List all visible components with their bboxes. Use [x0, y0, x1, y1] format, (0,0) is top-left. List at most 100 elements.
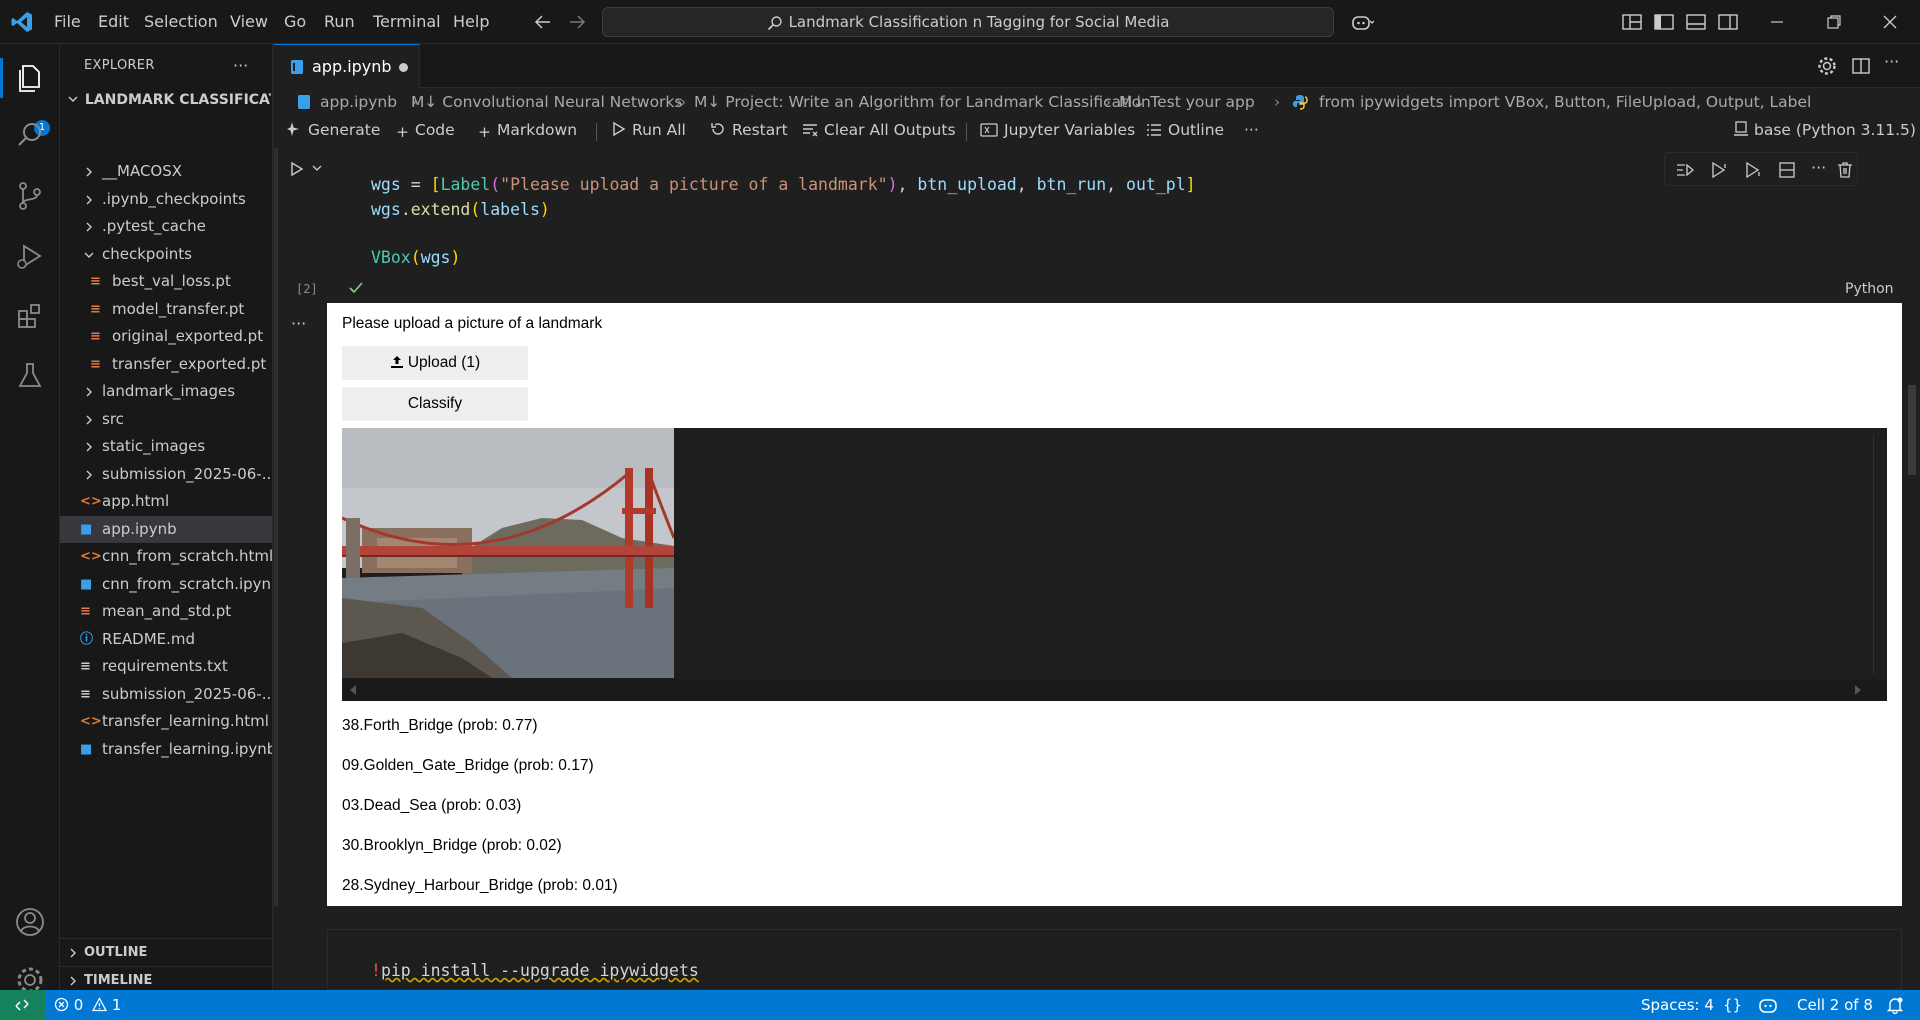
menu-selection[interactable]: Selection — [144, 0, 218, 44]
tree-item[interactable]: ≡ model_transfer.pt — [60, 296, 272, 323]
scroll-right-arrow-icon[interactable] — [1855, 685, 1861, 695]
code-line[interactable]: wgs = [Label("Please upload a picture of… — [371, 175, 1196, 194]
menu-run[interactable]: Run — [324, 0, 355, 44]
upload-button[interactable]: Upload (1) — [342, 346, 528, 380]
add-markdown-button[interactable]: + Markdown — [478, 121, 577, 141]
notebook-settings-gear-icon[interactable] — [1816, 55, 1838, 77]
unsaved-dot-icon[interactable] — [399, 63, 408, 72]
tree-item[interactable]: ■ transfer_learning.ipynb — [60, 736, 272, 763]
classify-button[interactable]: Classify — [342, 387, 528, 421]
generate-button[interactable]: Generate — [286, 121, 380, 139]
kernel-picker[interactable]: base (Python 3.11.5) — [1734, 121, 1916, 139]
menu-file[interactable]: File — [54, 0, 81, 44]
tree-item[interactable]: submission_2025-06-... — [60, 461, 272, 488]
restart-button[interactable]: Restart — [710, 121, 788, 139]
close-window-icon[interactable] — [1878, 10, 1902, 34]
run-all-button[interactable]: Run All — [612, 121, 686, 139]
cell-position-indicator[interactable]: Cell 2 of 8 — [1797, 996, 1873, 1014]
tree-item[interactable]: __MACOSX — [60, 158, 272, 185]
add-code-button[interactable]: + Code — [396, 121, 455, 141]
menu-help[interactable]: Help — [453, 0, 489, 44]
remote-indicator[interactable] — [0, 990, 45, 1020]
toggle-primary-sidebar-icon[interactable] — [1652, 10, 1676, 34]
tree-item[interactable]: ≡ best_val_loss.pt — [60, 268, 272, 295]
tree-item[interactable]: ≡ requirements.txt — [60, 653, 272, 680]
breadcrumb-section-3[interactable]: M↓ Test your app — [1119, 93, 1255, 111]
customize-layout-icon[interactable] — [1620, 10, 1644, 34]
workspace-folder-header[interactable]: LANDMARK CLASSIFICATI... — [66, 92, 271, 108]
tree-item[interactable]: checkpoints — [60, 241, 272, 268]
problems-indicator[interactable]: 0 1 — [54, 996, 121, 1014]
chevron-down-icon[interactable] — [311, 162, 323, 174]
breadcrumb-section-1[interactable]: M↓ Convolutional Neural Networks — [411, 93, 682, 111]
outline-button[interactable]: Outline — [1146, 121, 1224, 139]
editor-scrollbar-thumb[interactable] — [1908, 385, 1916, 475]
indentation-indicator[interactable]: Spaces: 4 — [1641, 996, 1714, 1014]
menu-go[interactable]: Go — [284, 0, 306, 44]
command-center[interactable]: Landmark Classification n Tagging for So… — [602, 7, 1334, 37]
testing-icon[interactable] — [12, 358, 48, 394]
menu-terminal[interactable]: Terminal — [373, 0, 441, 44]
tree-item[interactable]: src — [60, 406, 272, 433]
horizontal-scrollbar[interactable] — [342, 679, 1887, 701]
execute-cell-and-above-icon[interactable] — [1709, 160, 1729, 180]
scroll-left-arrow-icon[interactable] — [350, 685, 356, 695]
more-actions-icon[interactable]: ··· — [233, 56, 248, 75]
copilot-icon[interactable] — [1350, 10, 1374, 34]
breadcrumb-cell[interactable]: from ipywidgets import VBox, Button, Fil… — [1319, 93, 1811, 111]
copilot-status-icon[interactable] — [1758, 996, 1778, 1014]
notifications-bell-icon[interactable] — [1886, 996, 1904, 1014]
code-line[interactable]: !pip install --upgrade ipywidgets — [371, 961, 699, 980]
breadcrumb-file[interactable]: app.ipynb — [320, 93, 397, 111]
execute-above-icon[interactable] — [1675, 160, 1695, 180]
tree-item[interactable]: <> transfer_learning.html — [60, 708, 272, 735]
explorer-icon[interactable] — [12, 60, 48, 96]
more-actions-icon[interactable]: ··· — [1244, 121, 1259, 139]
toggle-panel-icon[interactable] — [1684, 10, 1708, 34]
jupyter-variables-button[interactable]: Jupyter Variables — [980, 121, 1135, 139]
minimize-icon[interactable] — [1765, 10, 1789, 34]
menu-edit[interactable]: Edit — [98, 0, 129, 44]
split-cell-icon[interactable] — [1777, 160, 1797, 180]
tree-item[interactable]: landmark_images — [60, 378, 272, 405]
code-cell-2[interactable]: !pip install --upgrade ipywidgets — [327, 929, 1902, 990]
tree-item[interactable]: <> cnn_from_scratch.html — [60, 543, 272, 570]
restore-icon[interactable] — [1822, 10, 1846, 34]
account-icon[interactable] — [12, 904, 48, 940]
output-more-actions-icon[interactable]: ··· — [291, 314, 306, 333]
menu-view[interactable]: View — [230, 0, 268, 44]
tree-item[interactable]: ≡ original_exported.pt — [60, 323, 272, 350]
tab-app-ipynb[interactable]: app.ipynb — [274, 44, 420, 88]
tree-item[interactable]: ≡ mean_and_std.pt — [60, 598, 272, 625]
execute-cell-and-below-icon[interactable] — [1743, 160, 1763, 180]
more-actions-icon[interactable]: ··· — [1811, 158, 1826, 177]
vertical-scrollbar[interactable] — [1873, 434, 1883, 674]
tree-item[interactable]: ■ app.ipynb — [60, 515, 272, 543]
run-cell-icon[interactable] — [289, 160, 305, 178]
back-arrow-icon[interactable] — [532, 11, 554, 33]
tree-item[interactable]: .pytest_cache — [60, 213, 272, 240]
extensions-icon[interactable] — [12, 298, 48, 334]
breadcrumb-section-2[interactable]: M↓ Project: Write an Algorithm for Landm… — [694, 93, 1151, 111]
tree-item[interactable]: ≡ transfer_exported.pt — [60, 351, 272, 378]
more-actions-icon[interactable]: ··· — [1884, 52, 1899, 71]
delete-cell-icon[interactable] — [1835, 160, 1855, 180]
code-line[interactable]: VBox(wgs) — [371, 248, 460, 267]
language-status-icon[interactable]: {} — [1723, 996, 1742, 1014]
code-line[interactable]: wgs.extend(labels) — [371, 200, 550, 219]
tree-item[interactable]: .ipynb_checkpoints — [60, 186, 272, 213]
forward-arrow-icon[interactable] — [566, 11, 588, 33]
tree-item[interactable]: static_images — [60, 433, 272, 460]
outline-section[interactable]: OUTLINE — [60, 938, 272, 966]
toggle-secondary-sidebar-icon[interactable] — [1716, 10, 1740, 34]
tree-item[interactable]: ⓘ README.md — [60, 626, 272, 653]
search-icon[interactable] — [12, 118, 48, 154]
source-control-icon[interactable] — [12, 178, 48, 214]
split-editor-icon[interactable] — [1850, 55, 1872, 77]
tree-item[interactable]: <> app.html — [60, 488, 272, 515]
tree-item[interactable]: ■ cnn_from_scratch.ipynb — [60, 571, 272, 598]
clear-all-outputs-button[interactable]: Clear All Outputs — [802, 121, 956, 139]
run-debug-icon[interactable] — [12, 238, 48, 274]
tree-item[interactable]: ≡ submission_2025-06-... — [60, 681, 272, 708]
cell-language-label[interactable]: Python — [1845, 281, 1894, 297]
